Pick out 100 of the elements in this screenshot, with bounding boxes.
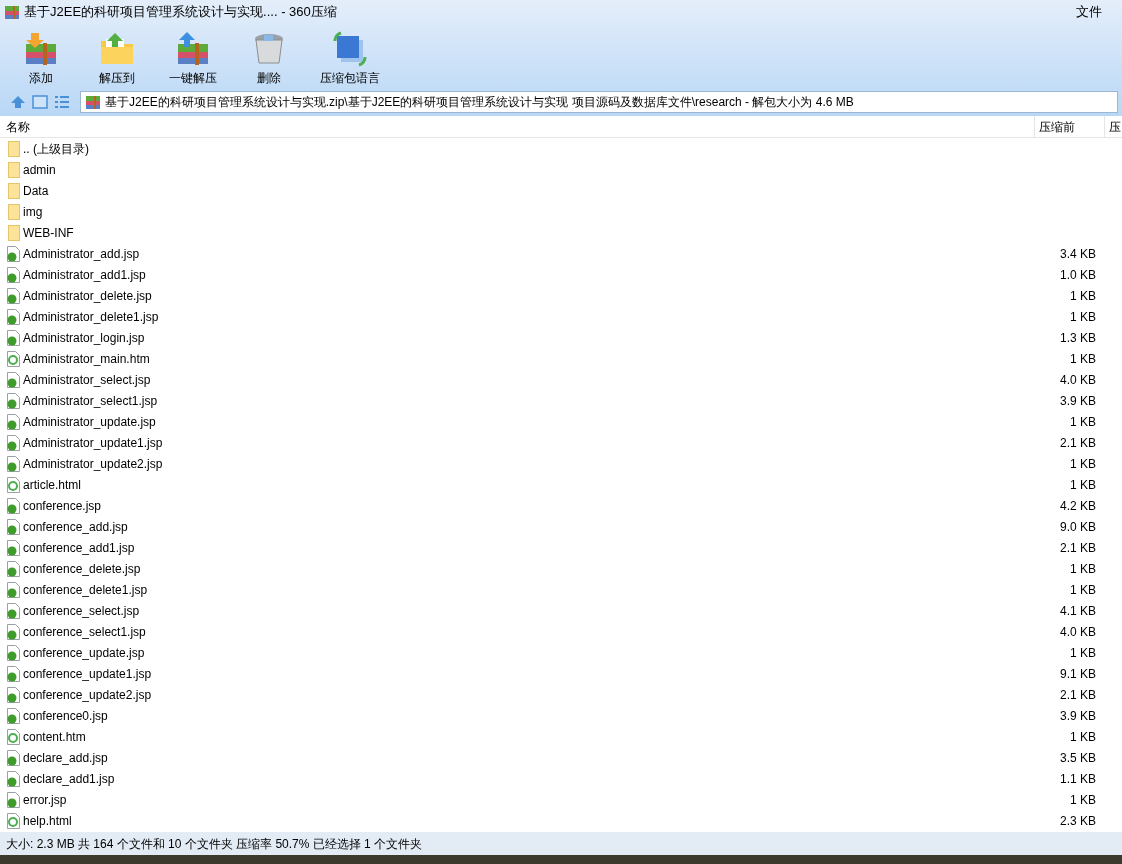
file-name: conference_update2.jsp [23, 686, 153, 704]
toolbar-button[interactable]: 删除 [238, 31, 300, 87]
file-row[interactable]: Data [0, 180, 1122, 201]
script-file-icon [7, 560, 20, 577]
toolbar-button[interactable]: 一键解压 [162, 31, 224, 87]
file-name: conference_update.jsp [23, 644, 146, 662]
file-size: 1 KB [1069, 581, 1097, 599]
up-arrow-icon[interactable] [10, 94, 26, 110]
column-header[interactable]: 名称 [0, 117, 1034, 136]
file-size: 1 KB [1069, 455, 1097, 473]
script-file-icon [7, 665, 20, 682]
toolbar-button[interactable]: 压缩包语言 [314, 31, 386, 87]
file-name: Data [23, 182, 50, 200]
file-name: .. (上级目录) [23, 140, 90, 158]
file-row[interactable]: article.html 1 KB [0, 474, 1122, 495]
file-name: conference_add.jsp [23, 518, 129, 536]
file-row[interactable]: img [0, 201, 1122, 222]
file-size: 2.3 KB [1058, 812, 1097, 830]
file-row[interactable]: Administrator_add.jsp 3.4 KB [0, 243, 1122, 264]
script-file-icon [7, 539, 20, 556]
file-row[interactable]: Administrator_main.htm 1 KB [0, 348, 1122, 369]
thumbnail-view-icon[interactable] [32, 94, 48, 110]
file-row[interactable]: declare_add1.jsp 1.1 KB [0, 768, 1122, 789]
file-name: conference_add1.jsp [23, 539, 136, 557]
file-row[interactable]: content.htm 1 KB [0, 726, 1122, 747]
file-row[interactable]: conference_select1.jsp 4.0 KB [0, 621, 1122, 642]
file-size: 4.0 KB [1058, 623, 1097, 641]
window-title: 基于J2EE的科研项目管理系统设计与实现.... - 360压缩 [24, 3, 337, 22]
file-row[interactable]: Administrator_update1.jsp 2.1 KB [0, 432, 1122, 453]
toolbar-button[interactable]: 添加 [10, 31, 72, 87]
archive-app-icon [4, 4, 20, 20]
web-file-icon [7, 728, 20, 745]
script-file-icon [7, 434, 20, 451]
file-size: 1 KB [1069, 728, 1097, 746]
script-file-icon [7, 602, 20, 619]
column-header[interactable]: 压缩前 [1034, 116, 1104, 137]
file-row[interactable]: Administrator_update2.jsp 1 KB [0, 453, 1122, 474]
file-size: 1 KB [1069, 287, 1097, 305]
file-name: admin [23, 161, 57, 179]
web-file-icon [7, 476, 20, 493]
archive-icon [85, 94, 101, 110]
file-row[interactable]: conference_update1.jsp 9.1 KB [0, 663, 1122, 684]
file-row[interactable]: conference_update.jsp 1 KB [0, 642, 1122, 663]
file-row[interactable]: Administrator_update.jsp 1 KB [0, 411, 1122, 432]
script-file-icon [7, 707, 20, 724]
file-size: 1 KB [1069, 476, 1097, 494]
file-size: 2.1 KB [1058, 686, 1097, 704]
file-row[interactable]: conference0.jsp 3.9 KB [0, 705, 1122, 726]
file-row[interactable]: conference_delete1.jsp 1 KB [0, 579, 1122, 600]
file-row[interactable]: .. (上级目录) [0, 138, 1122, 159]
file-name: conference_select1.jsp [23, 623, 147, 641]
column-header[interactable]: 压 [1104, 116, 1122, 137]
file-row[interactable]: Administrator_add1.jsp 1.0 KB [0, 264, 1122, 285]
file-name: conference_delete.jsp [23, 560, 142, 578]
file-name: Administrator_select1.jsp [23, 392, 159, 410]
file-name: Administrator_add1.jsp [23, 266, 147, 284]
folder-icon [7, 224, 20, 241]
file-size: 1.1 KB [1058, 770, 1097, 788]
file-row[interactable]: conference_add1.jsp 2.1 KB [0, 537, 1122, 558]
file-row[interactable]: conference_select.jsp 4.1 KB [0, 600, 1122, 621]
file-row[interactable]: conference_add.jsp 9.0 KB [0, 516, 1122, 537]
file-size: 1.0 KB [1058, 266, 1097, 284]
file-row[interactable]: admin [0, 159, 1122, 180]
list-view-icon[interactable] [54, 94, 70, 110]
file-row[interactable]: error.jsp 1 KB [0, 789, 1122, 810]
file-row[interactable]: Administrator_select.jsp 4.0 KB [0, 369, 1122, 390]
file-row[interactable]: help.html 2.3 KB [0, 810, 1122, 831]
folder-icon [7, 140, 20, 157]
file-name: conference_delete1.jsp [23, 581, 149, 599]
file-size: 4.0 KB [1058, 371, 1097, 389]
address-field[interactable]: 基于J2EE的科研项目管理系统设计与实现.zip\基于J2EE的科研项目管理系统设计与实现 项目源码及数据库文件\research - 解包大小为 4.6 MB [80, 91, 1118, 113]
file-size: 1 KB [1069, 644, 1097, 662]
file-name: error.jsp [23, 791, 68, 809]
file-name: Administrator_update2.jsp [23, 455, 164, 473]
file-size: 9.0 KB [1058, 518, 1097, 536]
file-row[interactable]: Administrator_delete.jsp 1 KB [0, 285, 1122, 306]
file-row[interactable]: conference.jsp 4.2 KB [0, 495, 1122, 516]
file-menu[interactable]: 文件 [1076, 2, 1102, 22]
file-row[interactable]: WEB-INF [0, 222, 1122, 243]
toolbar-button[interactable]: 解压到 [86, 31, 148, 87]
file-row[interactable]: Administrator_delete1.jsp 1 KB [0, 306, 1122, 327]
script-file-icon [7, 329, 20, 346]
script-file-icon [7, 245, 20, 262]
file-row[interactable]: conference_update2.jsp 2.1 KB [0, 684, 1122, 705]
folder-up-arrow-icon [99, 31, 135, 67]
file-row[interactable]: Administrator_select1.jsp 3.9 KB [0, 390, 1122, 411]
file-name: content.htm [23, 728, 87, 746]
file-name: article.html [23, 476, 82, 494]
file-size: 1 KB [1069, 560, 1097, 578]
script-file-icon [7, 791, 20, 808]
file-size: 3.9 KB [1058, 392, 1097, 410]
file-name: conference.jsp [23, 497, 103, 515]
file-row[interactable]: conference_delete.jsp 1 KB [0, 558, 1122, 579]
archive-books-up-arrow-icon [175, 31, 211, 67]
script-file-icon [7, 287, 20, 304]
file-row[interactable]: Administrator_login.jsp 1.3 KB [0, 327, 1122, 348]
script-file-icon [7, 497, 20, 514]
file-row[interactable]: declare_add.jsp 3.5 KB [0, 747, 1122, 768]
file-name: WEB-INF [23, 224, 75, 242]
file-name: Administrator_login.jsp [23, 329, 146, 347]
